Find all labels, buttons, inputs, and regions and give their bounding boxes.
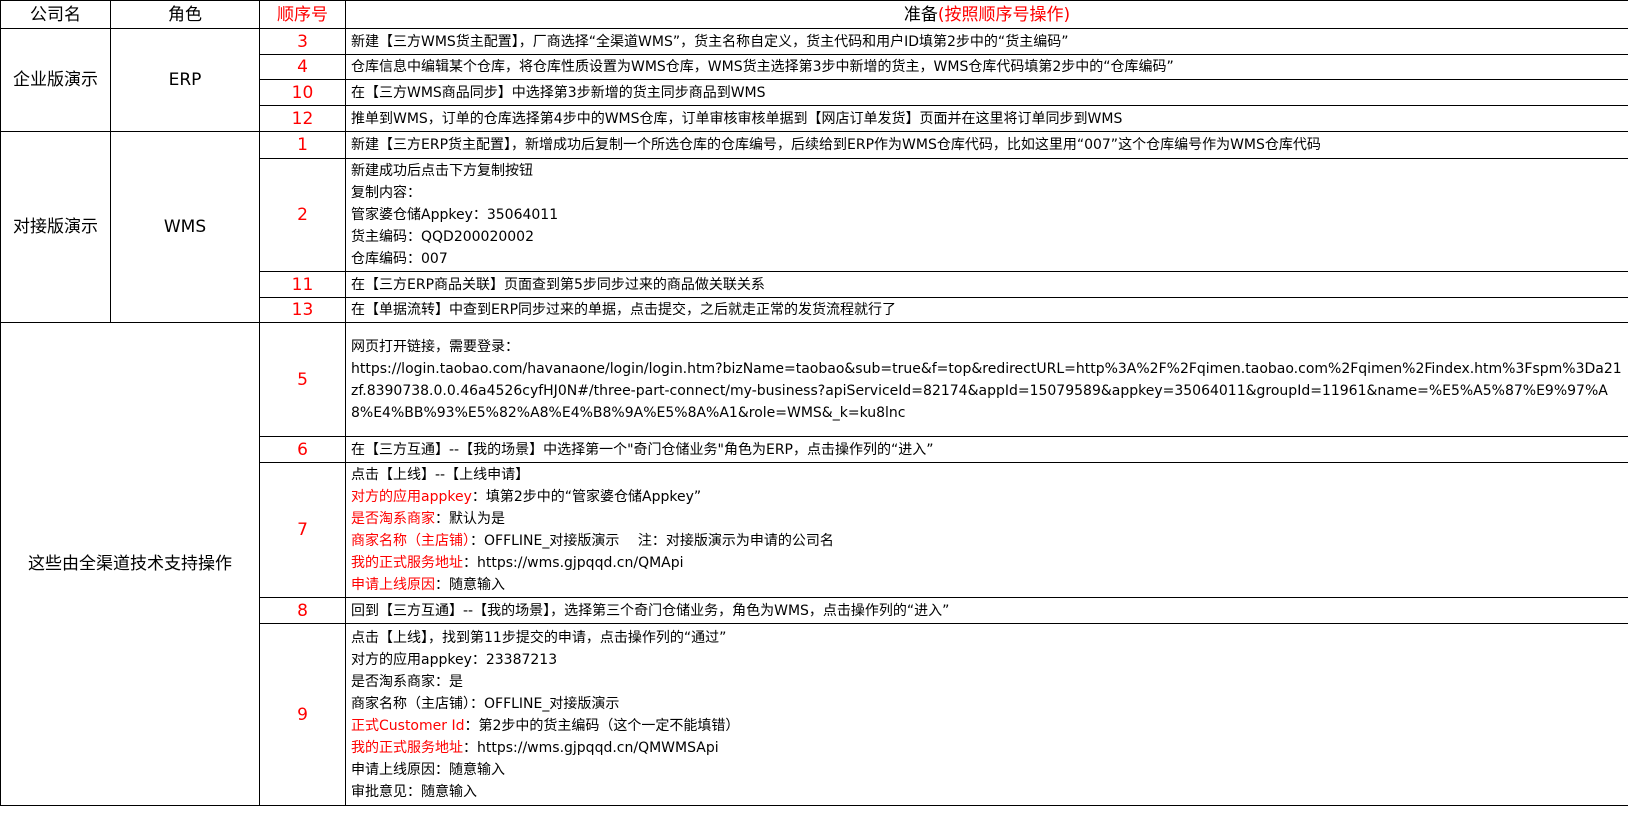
note-line: 是否淘系商家：是 [351, 673, 463, 690]
note-line: 仓库编码：007 [351, 251, 448, 267]
company-cell: 对接版演示 [0, 131, 111, 323]
note-line: 复制内容： [351, 185, 421, 201]
table-row: 对接版演示 WMS 1 新建【三方ERP货主配置】，新增成功后复制一个所选仓库的… [0, 131, 1628, 323]
seq-cell: 7 [259, 462, 346, 598]
field-label: 对方的应用appkey [351, 489, 472, 505]
field-value: ：随意输入 [435, 577, 505, 593]
note-cell: 新建成功后点击下方复制按钮 复制内容： 管家婆仓储Appkey：35064011… [345, 158, 1628, 272]
login-url-link[interactable]: https://login.taobao.com/havanaone/login… [351, 358, 1623, 424]
seq-cell: 2 [259, 158, 346, 272]
note-cell: 在【三方WMS商品同步】中选择第3步新增的货主同步商品到WMS [345, 79, 1628, 106]
note-cell: 点击【上线】，找到第11步提交的申请，点击操作列的“通过” 对方的应用appke… [345, 623, 1628, 806]
seq-cell: 12 [259, 105, 346, 132]
note-cell: 在【单据流转】中查到ERP同步过来的单据，点击提交，之后就走正常的发货流程就行了 [345, 297, 1628, 323]
field-label: 我的正式服务地址 [351, 555, 463, 571]
header-row: 公司名 角色 顺序号 准备(按照顺序号操作) [0, 0, 1628, 29]
field-label: 正式Customer Id [351, 717, 465, 734]
note-line: 申请上线原因：随意输入 [351, 761, 505, 778]
header-prep-note: (按照顺序号操作) [937, 4, 1071, 25]
role-cell: ERP [110, 28, 260, 132]
header-seq: 顺序号 [259, 0, 346, 29]
seq-cell: 10 [259, 79, 346, 106]
note-cell: 回到【三方互通】--【我的场景】，选择第三个奇门仓储业务，角色为WMS，点击操作… [345, 597, 1628, 624]
note-cell: 点击【上线】--【上线申请】 对方的应用appkey：填第2步中的“管家婆仓储A… [345, 462, 1628, 598]
company-cell: 这些由全渠道技术支持操作 [0, 322, 260, 806]
table-row: 企业版演示 ERP 3 新建【三方WMS货主配置】，厂商选择“全渠道WMS”，货… [0, 28, 1628, 132]
note-line: 申请上线原因：随意输入 [351, 574, 1623, 596]
field-value: ：https://wms.gjpqqd.cn/QMApi [463, 555, 684, 571]
note-line: 我的正式服务地址：https://wms.gjpqqd.cn/QMApi [351, 552, 1623, 574]
note-line: 新建成功后点击下方复制按钮 [351, 163, 533, 179]
field-value: ：默认为是 [435, 511, 505, 527]
seq-cell: 13 [259, 297, 346, 323]
note-cell: 在【三方ERP商品关联】页面查到第5步同步过来的商品做关联关系 [345, 271, 1628, 298]
seq-cell: 8 [259, 597, 346, 624]
note-line: 审批意见：随意输入 [351, 783, 477, 800]
table-row: 这些由全渠道技术支持操作 5 网页打开链接，需要登录： https://logi… [0, 322, 1628, 806]
header-role: 角色 [110, 0, 260, 29]
header-prep: 准备(按照顺序号操作) [345, 0, 1628, 29]
seq-cell: 1 [259, 131, 346, 159]
field-value: ：OFFLINE_对接版演示 注：对接版演示为申请的公司名 [470, 533, 834, 549]
note-cell: 在【三方互通】--【我的场景】中选择第一个"奇门仓储业务"角色为ERP，点击操作… [345, 436, 1628, 463]
seq-cell: 5 [259, 322, 346, 437]
note-line: 点击【上线】，找到第11步提交的申请，点击操作列的“通过” [351, 629, 727, 646]
note-line: 商家名称（主店铺）：OFFLINE_对接版演示 注：对接版演示为申请的公司名 [351, 530, 1623, 552]
note-line: 对方的应用appkey：填第2步中的“管家婆仓储Appkey” [351, 486, 1623, 508]
field-label: 我的正式服务地址 [351, 739, 463, 756]
note-cell: 新建【三方ERP货主配置】，新增成功后复制一个所选仓库的仓库编号，后续给到ERP… [345, 131, 1628, 159]
note-line: 网页打开链接，需要登录： [351, 338, 519, 355]
seq-cell: 6 [259, 436, 346, 463]
note-cell: 新建【三方WMS货主配置】，厂商选择“全渠道WMS”，货主名称自定义，货主代码和… [345, 28, 1628, 55]
note-line: 点击【上线】--【上线申请】 [351, 467, 530, 483]
field-label: 商家名称（主店铺） [351, 533, 470, 549]
instruction-table: 公司名 角色 顺序号 准备(按照顺序号操作) 企业版演示 ERP 3 新建【三方… [0, 0, 1628, 806]
note-cell: 仓库信息中编辑某个仓库，将仓库性质设置为WMS仓库，WMS货主选择第3步中新增的… [345, 54, 1628, 80]
role-cell: WMS [110, 131, 260, 323]
seq-cell: 3 [259, 28, 346, 55]
field-value: ：https://wms.gjpqqd.cn/QMWMSApi [463, 739, 719, 756]
field-label: 是否淘系商家 [351, 511, 435, 527]
note-line: 商家名称（主店铺）：OFFLINE_对接版演示 [351, 695, 620, 712]
field-label: 申请上线原因 [351, 577, 435, 593]
seq-cell: 9 [259, 623, 346, 806]
header-company: 公司名 [0, 0, 111, 29]
note-line: 正式Customer Id：第2步中的货主编码（这个一定不能填错） [351, 715, 1623, 737]
seq-cell: 11 [259, 271, 346, 298]
note-cell: 网页打开链接，需要登录： https://login.taobao.com/ha… [345, 322, 1628, 437]
seq-cell: 4 [259, 54, 346, 80]
field-value: ：第2步中的货主编码（这个一定不能填错） [464, 717, 740, 734]
note-cell: 推单到WMS，订单的仓库选择第4步中的WMS仓库，订单审核审核单据到【网店订单发… [345, 105, 1628, 132]
company-cell: 企业版演示 [0, 28, 111, 132]
note-line: 对方的应用appkey：23387213 [351, 651, 558, 668]
note-line: 是否淘系商家：默认为是 [351, 508, 1623, 530]
field-value: ：填第2步中的“管家婆仓储Appkey” [471, 489, 702, 505]
note-line: 我的正式服务地址：https://wms.gjpqqd.cn/QMWMSApi [351, 737, 1623, 759]
note-line: 货主编码：QQD200020002 [351, 229, 534, 245]
note-line: 管家婆仓储Appkey：35064011 [351, 207, 559, 223]
header-prep-label: 准备 [903, 4, 938, 25]
